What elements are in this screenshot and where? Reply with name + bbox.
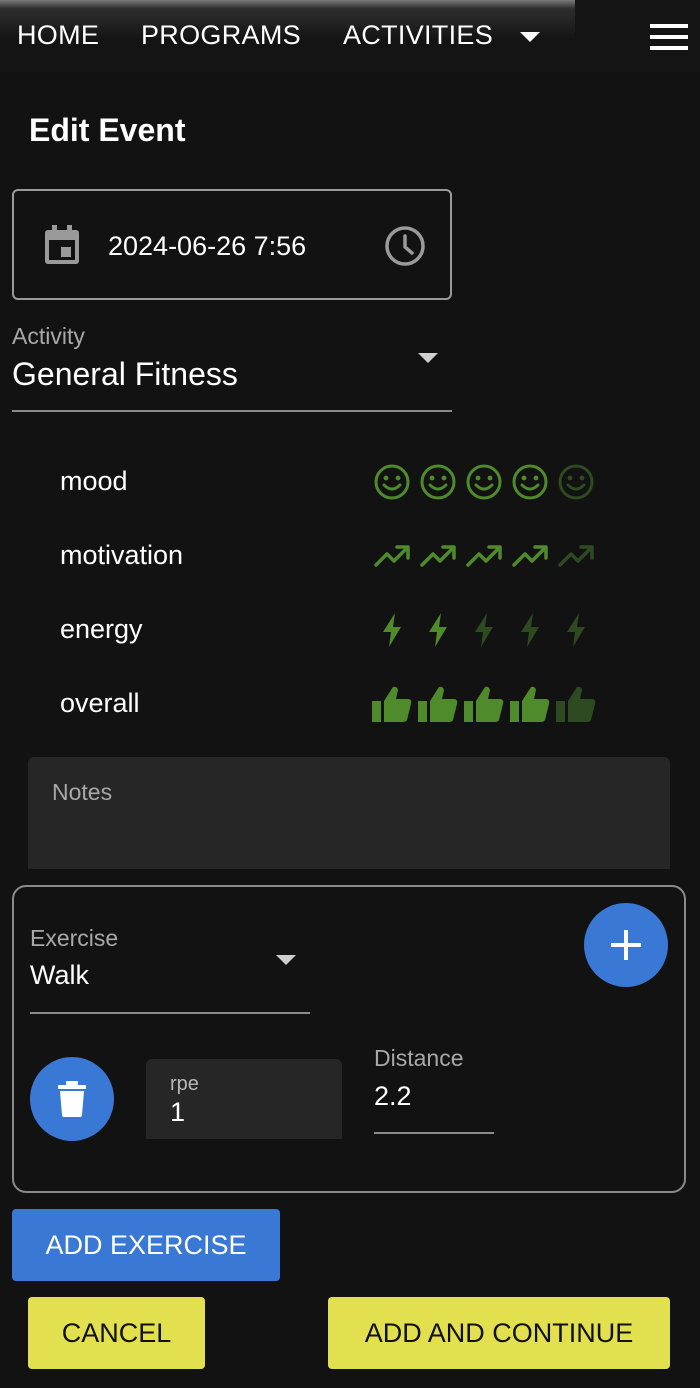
trending-up-icon[interactable] bbox=[415, 536, 461, 576]
distance-value: 2.2 bbox=[374, 1081, 412, 1111]
thumbs-up-icon[interactable] bbox=[415, 684, 461, 724]
notes-field[interactable]: Notes bbox=[28, 757, 670, 869]
smiley-icon[interactable] bbox=[553, 462, 599, 502]
add-and-continue-button[interactable]: ADD AND CONTINUE bbox=[328, 1297, 670, 1369]
calendar-icon bbox=[45, 225, 79, 264]
rating-label-motivation: motivation bbox=[60, 540, 184, 570]
top-nav-bar: HOME PROGRAMS ACTIVITIES bbox=[0, 0, 700, 72]
exercise-value: Walk bbox=[30, 960, 89, 990]
rpe-label: rpe bbox=[170, 1073, 199, 1095]
hamburger-menu-icon[interactable] bbox=[650, 24, 688, 50]
lightning-bolt-icon[interactable] bbox=[461, 610, 507, 650]
trending-up-icon[interactable] bbox=[507, 536, 553, 576]
thumbs-up-icon[interactable] bbox=[369, 684, 415, 724]
trending-up-icon[interactable] bbox=[553, 536, 599, 576]
page-title: Edit Event bbox=[29, 112, 186, 148]
rating-label-mood: mood bbox=[60, 466, 128, 496]
lightning-bolt-icon[interactable] bbox=[553, 610, 599, 650]
thumbs-up-icon[interactable] bbox=[507, 684, 553, 724]
rating-motivation bbox=[369, 536, 599, 576]
nav-activities-link[interactable]: ACTIVITIES bbox=[343, 20, 493, 51]
activity-value: General Fitness bbox=[12, 356, 238, 392]
notes-placeholder: Notes bbox=[52, 779, 113, 805]
distance-label: Distance bbox=[374, 1045, 464, 1071]
activity-underline bbox=[12, 410, 452, 412]
lightning-bolt-icon[interactable] bbox=[415, 610, 461, 650]
trending-up-icon[interactable] bbox=[369, 536, 415, 576]
smiley-icon[interactable] bbox=[369, 462, 415, 502]
exercise-underline bbox=[30, 1012, 310, 1014]
plus-icon bbox=[611, 930, 641, 960]
clock-icon[interactable] bbox=[384, 225, 426, 267]
rating-label-overall: overall bbox=[60, 688, 140, 718]
smiley-icon[interactable] bbox=[507, 462, 553, 502]
nav-dropdown-caret-icon[interactable] bbox=[520, 32, 540, 42]
nav-programs-link[interactable]: PROGRAMS bbox=[141, 20, 301, 51]
exercise-dropdown-icon[interactable] bbox=[276, 955, 296, 965]
rating-energy bbox=[369, 610, 599, 650]
lightning-bolt-icon[interactable] bbox=[507, 610, 553, 650]
distance-underline bbox=[374, 1132, 494, 1134]
rpe-field[interactable]: rpe 1 bbox=[146, 1059, 342, 1139]
rpe-value: 1 bbox=[170, 1097, 186, 1127]
thumbs-up-icon[interactable] bbox=[461, 684, 507, 724]
thumbs-up-icon[interactable] bbox=[553, 684, 599, 724]
activity-label: Activity bbox=[12, 323, 85, 349]
smiley-icon[interactable] bbox=[415, 462, 461, 502]
delete-exercise-button[interactable] bbox=[30, 1057, 114, 1141]
datetime-picker[interactable]: 2024-06-26 7:56 bbox=[12, 189, 452, 300]
add-set-button[interactable] bbox=[584, 903, 668, 987]
rating-label-energy: energy bbox=[60, 614, 143, 644]
datetime-value: 2024-06-26 7:56 bbox=[108, 231, 307, 261]
exercise-label: Exercise bbox=[30, 925, 119, 951]
activity-dropdown-icon[interactable] bbox=[418, 353, 438, 363]
rating-mood bbox=[369, 462, 599, 502]
rating-overall bbox=[369, 684, 599, 724]
add-exercise-button[interactable]: ADD EXERCISE bbox=[12, 1209, 280, 1281]
trending-up-icon[interactable] bbox=[461, 536, 507, 576]
nav-home-link[interactable]: HOME bbox=[17, 20, 99, 51]
cancel-button[interactable]: CANCEL bbox=[28, 1297, 205, 1369]
smiley-icon[interactable] bbox=[461, 462, 507, 502]
lightning-bolt-icon[interactable] bbox=[369, 610, 415, 650]
trash-icon bbox=[58, 1081, 86, 1117]
